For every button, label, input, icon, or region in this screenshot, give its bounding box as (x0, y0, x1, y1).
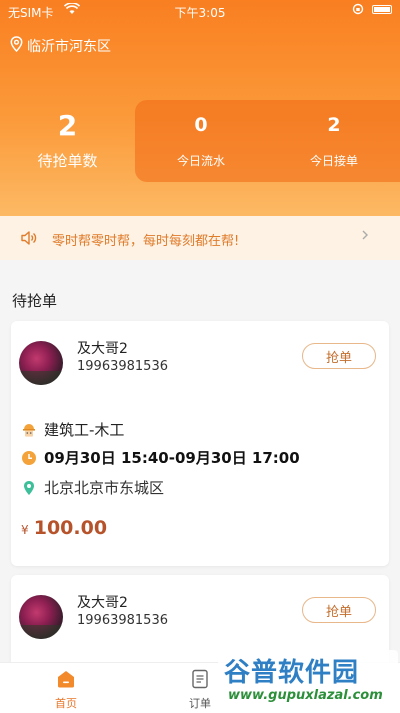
stats-panel: 0 今日流水 2 今日接单 (135, 100, 400, 182)
time-row: 09月30日 15:40-09月30日 17:00 (21, 447, 300, 468)
job-type-row: 建筑工-木工 (21, 419, 124, 440)
avatar (19, 595, 63, 639)
chevron-right-icon (361, 228, 369, 246)
pending-count-value: 2 (57, 109, 78, 142)
today-orders-value: 2 (327, 114, 341, 136)
address-text: 北京北京市东城区 (44, 479, 165, 497)
location-pin-icon (10, 36, 23, 56)
grab-order-button[interactable]: 抢单 (302, 343, 376, 369)
today-orders-label: 今日接单 (309, 154, 358, 168)
worker-icon (21, 422, 37, 438)
customer-name: 及大哥2 (77, 595, 128, 611)
battery-icon (372, 5, 392, 14)
watermark: 谷普软件园 www.gupuxlazal.com (218, 650, 398, 710)
pending-count-label: 待抢单数 (37, 152, 98, 170)
tab-home-label: 首页 (55, 697, 77, 710)
status-time: 下午3:05 (174, 6, 226, 20)
today-flow-label: 今日流水 (176, 154, 225, 168)
notice-text: 零时帮零时帮，每时每刻都在帮! (52, 234, 240, 249)
speaker-icon (20, 229, 38, 251)
pending-count-stat[interactable]: 2 待抢单数 (0, 108, 135, 184)
avatar (19, 341, 63, 385)
notice-bar[interactable]: 零时帮零时帮，每时每刻都在帮! (0, 216, 400, 260)
location-text: 临沂市河东区 (27, 39, 111, 55)
section-title: 待抢单 (12, 292, 58, 310)
location-selector[interactable]: 临沂市河东区 (10, 36, 111, 56)
tab-home[interactable]: 首页 (36, 669, 96, 711)
price-amount: 100.00 (33, 517, 108, 539)
customer-name: 及大哥2 (77, 341, 128, 357)
status-bar: 无SIM卡 下午3:05 (0, 0, 400, 22)
watermark-brand: 谷普软件园 (224, 658, 360, 688)
grab-order-button[interactable]: 抢单 (302, 597, 376, 623)
today-flow-stat[interactable]: 0 今日流水 (135, 112, 267, 169)
price-currency: ¥ (21, 523, 29, 537)
order-card[interactable]: 及大哥2 19963981536 抢单 建筑工-木工 09月30日 15:40-… (11, 321, 389, 566)
customer-phone: 19963981536 (77, 359, 168, 374)
order-price: ¥ 100.00 (21, 517, 107, 539)
address-row: 北京北京市东城区 (21, 477, 164, 498)
rotation-lock-icon (352, 3, 364, 18)
time-text: 09月30日 15:40-09月30日 17:00 (44, 449, 300, 467)
clock-icon (21, 450, 37, 466)
watermark-url: www.gupuxlazal.com (228, 688, 383, 703)
map-pin-icon (21, 480, 37, 496)
home-icon (36, 669, 96, 692)
job-type-text: 建筑工-木工 (44, 421, 125, 439)
today-flow-value: 0 (194, 114, 208, 136)
customer-phone: 19963981536 (77, 613, 168, 628)
today-orders-stat[interactable]: 2 今日接单 (268, 112, 400, 169)
header-banner: 无SIM卡 下午3:05 临沂市河东区 2 待抢单数 0 今日流水 2 今日接单 (0, 0, 400, 216)
